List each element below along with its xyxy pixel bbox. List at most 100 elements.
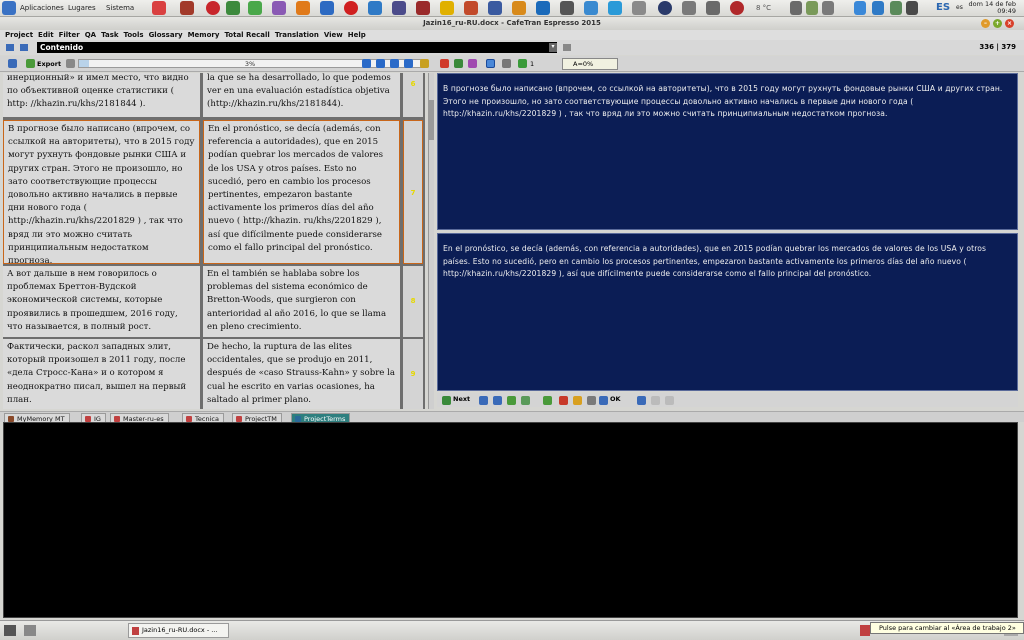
launcher-edit-icon[interactable] — [368, 1, 382, 15]
source-editor[interactable]: В прогнозе было написано (впрочем, со сс… — [437, 73, 1018, 230]
comments-icon[interactable] — [518, 59, 527, 68]
mail-icon[interactable] — [906, 1, 918, 15]
menu-task[interactable]: Task — [96, 30, 118, 40]
launcher-tools-icon[interactable] — [180, 1, 194, 15]
menu-glossary[interactable]: Glossary — [144, 30, 183, 40]
wand-icon[interactable] — [637, 396, 646, 405]
language-indicator[interactable]: es — [956, 4, 963, 11]
window-titlebar[interactable]: Jazin16_ru-RU.docx - CafeTran Espresso 2… — [0, 17, 1024, 30]
next-icon[interactable] — [442, 396, 451, 405]
first-segment-icon[interactable] — [362, 59, 371, 68]
reject-icon[interactable] — [559, 396, 568, 405]
menu-filter[interactable]: Filter — [54, 30, 80, 40]
launcher-doc-icon[interactable] — [320, 1, 334, 15]
dropbox-icon[interactable] — [854, 1, 866, 15]
launcher-media-icon[interactable] — [392, 1, 406, 15]
launcher-opera-icon[interactable] — [206, 1, 220, 15]
update-icon[interactable] — [890, 1, 902, 15]
launcher-paint-icon[interactable] — [296, 1, 310, 15]
menu-sistema[interactable]: Sistema — [106, 4, 134, 12]
goto-icon[interactable] — [420, 59, 429, 68]
launcher-green-icon[interactable] — [248, 1, 262, 15]
search-icon[interactable] — [440, 59, 449, 68]
launcher-skype-icon[interactable] — [226, 1, 240, 15]
menu-tools[interactable]: Tools — [119, 30, 144, 40]
launcher-disk-icon[interactable] — [706, 1, 720, 15]
ok-button[interactable]: OK — [610, 395, 621, 403]
source-cell[interactable]: А вот дальше в нем говорилось о проблема… — [3, 266, 200, 337]
apps-menu-icon[interactable] — [2, 1, 16, 15]
menu-view[interactable]: View — [319, 30, 343, 40]
paste-icon[interactable] — [665, 396, 674, 405]
launcher-globe-icon[interactable] — [464, 1, 478, 15]
menu-translation[interactable]: Translation — [270, 30, 319, 40]
match-indicator[interactable]: A=0% — [562, 58, 618, 70]
table-row[interactable]: инерционный» и имел место, что видно по … — [3, 73, 425, 117]
export-button[interactable]: Export — [37, 60, 61, 68]
copy-icon[interactable] — [651, 396, 660, 405]
target-cell[interactable]: En el pronóstico, se decía (además, con … — [203, 120, 400, 264]
launcher-folder-icon[interactable] — [440, 1, 454, 15]
minimize-icon[interactable]: – — [981, 19, 990, 28]
detach-icon[interactable] — [563, 44, 571, 51]
menu-total-recall[interactable]: Total Recall — [219, 30, 269, 40]
nav-forward-icon[interactable] — [20, 44, 28, 51]
table-row[interactable]: Фактически, раскол западных элит, которы… — [3, 339, 425, 409]
target-cell[interactable]: De hecho, la ruptura de las elites occid… — [203, 339, 400, 409]
launcher-red-icon[interactable] — [344, 1, 358, 15]
launcher-chart-icon[interactable] — [152, 1, 166, 15]
save-icon[interactable] — [8, 59, 17, 68]
menu-lugares[interactable]: Lugares — [68, 4, 96, 12]
menu-help[interactable]: Help — [343, 30, 366, 40]
confirm-icon[interactable] — [543, 396, 552, 405]
launcher-monitor-icon[interactable] — [584, 1, 598, 15]
weather-label[interactable]: 8 °C — [756, 4, 771, 12]
refresh-icon[interactable] — [66, 59, 75, 68]
tag-icon[interactable] — [507, 396, 516, 405]
resource-pane[interactable] — [3, 422, 1018, 618]
nav-back-icon[interactable] — [6, 44, 14, 51]
source-cell[interactable]: инерционный» и имел место, что видно по … — [3, 73, 200, 117]
source-cell[interactable]: В прогнозе было написано (впрочем, со сс… — [3, 120, 200, 264]
chevron-down-icon[interactable]: ▾ — [549, 43, 557, 52]
show-desktop-icon[interactable] — [4, 625, 16, 636]
source-editor-text[interactable]: В прогнозе было написано (впрочем, со сс… — [443, 83, 1011, 121]
menu-edit[interactable]: Edit — [33, 30, 54, 40]
print-icon[interactable] — [587, 396, 596, 405]
launcher-pdf-icon[interactable] — [416, 1, 430, 15]
target-editor-text[interactable]: En el pronóstico, se decía (además, con … — [443, 243, 1011, 281]
menu-project[interactable]: Project — [0, 30, 33, 40]
keyboard-layout[interactable]: ES — [936, 2, 950, 13]
sort-icon[interactable] — [468, 59, 477, 68]
taskbar-item[interactable]: Jazin16_ru-RU.docx - ... — [128, 623, 229, 638]
launcher-calc-icon[interactable] — [488, 1, 502, 15]
merge-icon[interactable] — [521, 396, 530, 405]
target-cell[interactable]: En el también se hablaba sobre los probl… — [203, 266, 400, 337]
launcher-box-icon[interactable] — [512, 1, 526, 15]
close-icon[interactable]: × — [1005, 19, 1014, 28]
prev-segment-icon[interactable] — [376, 59, 385, 68]
launcher-terminal-icon[interactable] — [560, 1, 574, 15]
table-row[interactable]: А вот дальше в нем говорилось о проблема… — [3, 266, 425, 337]
launcher-gray-icon[interactable] — [682, 1, 696, 15]
next-segment-icon[interactable] — [390, 59, 399, 68]
menu-memory[interactable]: Memory — [183, 30, 220, 40]
grid-scrollbar-thumb[interactable] — [428, 100, 434, 140]
target-cell[interactable]: la que se ha desarrollado, lo que podemo… — [203, 73, 400, 117]
context-field[interactable]: Contenido — [37, 42, 557, 53]
maximize-icon[interactable]: + — [993, 19, 1002, 28]
target-editor[interactable]: En el pronóstico, se decía (además, con … — [437, 233, 1018, 391]
launcher-wizard-icon[interactable] — [272, 1, 286, 15]
copy-source-icon[interactable] — [479, 396, 488, 405]
battery-icon[interactable] — [790, 1, 802, 15]
menu-qa[interactable]: QA — [80, 30, 96, 40]
launcher-stop-icon[interactable] — [730, 1, 744, 15]
filter-icon[interactable] — [454, 59, 463, 68]
launcher-skype2-icon[interactable] — [608, 1, 622, 15]
launcher-blue-icon[interactable] — [536, 1, 550, 15]
lock-icon[interactable] — [573, 396, 582, 405]
view-mode-icon[interactable] — [486, 59, 495, 68]
source-cell[interactable]: Фактически, раскол западных элит, которы… — [3, 339, 200, 409]
window-list-icon[interactable] — [24, 625, 36, 636]
network-icon[interactable] — [806, 1, 818, 15]
